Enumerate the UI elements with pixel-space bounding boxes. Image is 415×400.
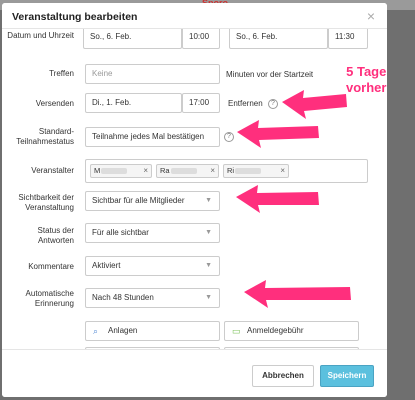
modal-title: Veranstaltung bearbeiten <box>12 11 138 23</box>
arrow-icon <box>236 185 319 213</box>
annotation-text: 5 Tage vorher <box>346 64 387 95</box>
arrow-icon <box>244 280 351 308</box>
modal-header: Veranstaltung bearbeiten × <box>2 3 387 29</box>
arrow-icon <box>237 120 319 148</box>
arrow-icon <box>282 90 347 119</box>
close-icon[interactable]: × <box>367 8 375 24</box>
annotation-arrows <box>236 90 351 308</box>
